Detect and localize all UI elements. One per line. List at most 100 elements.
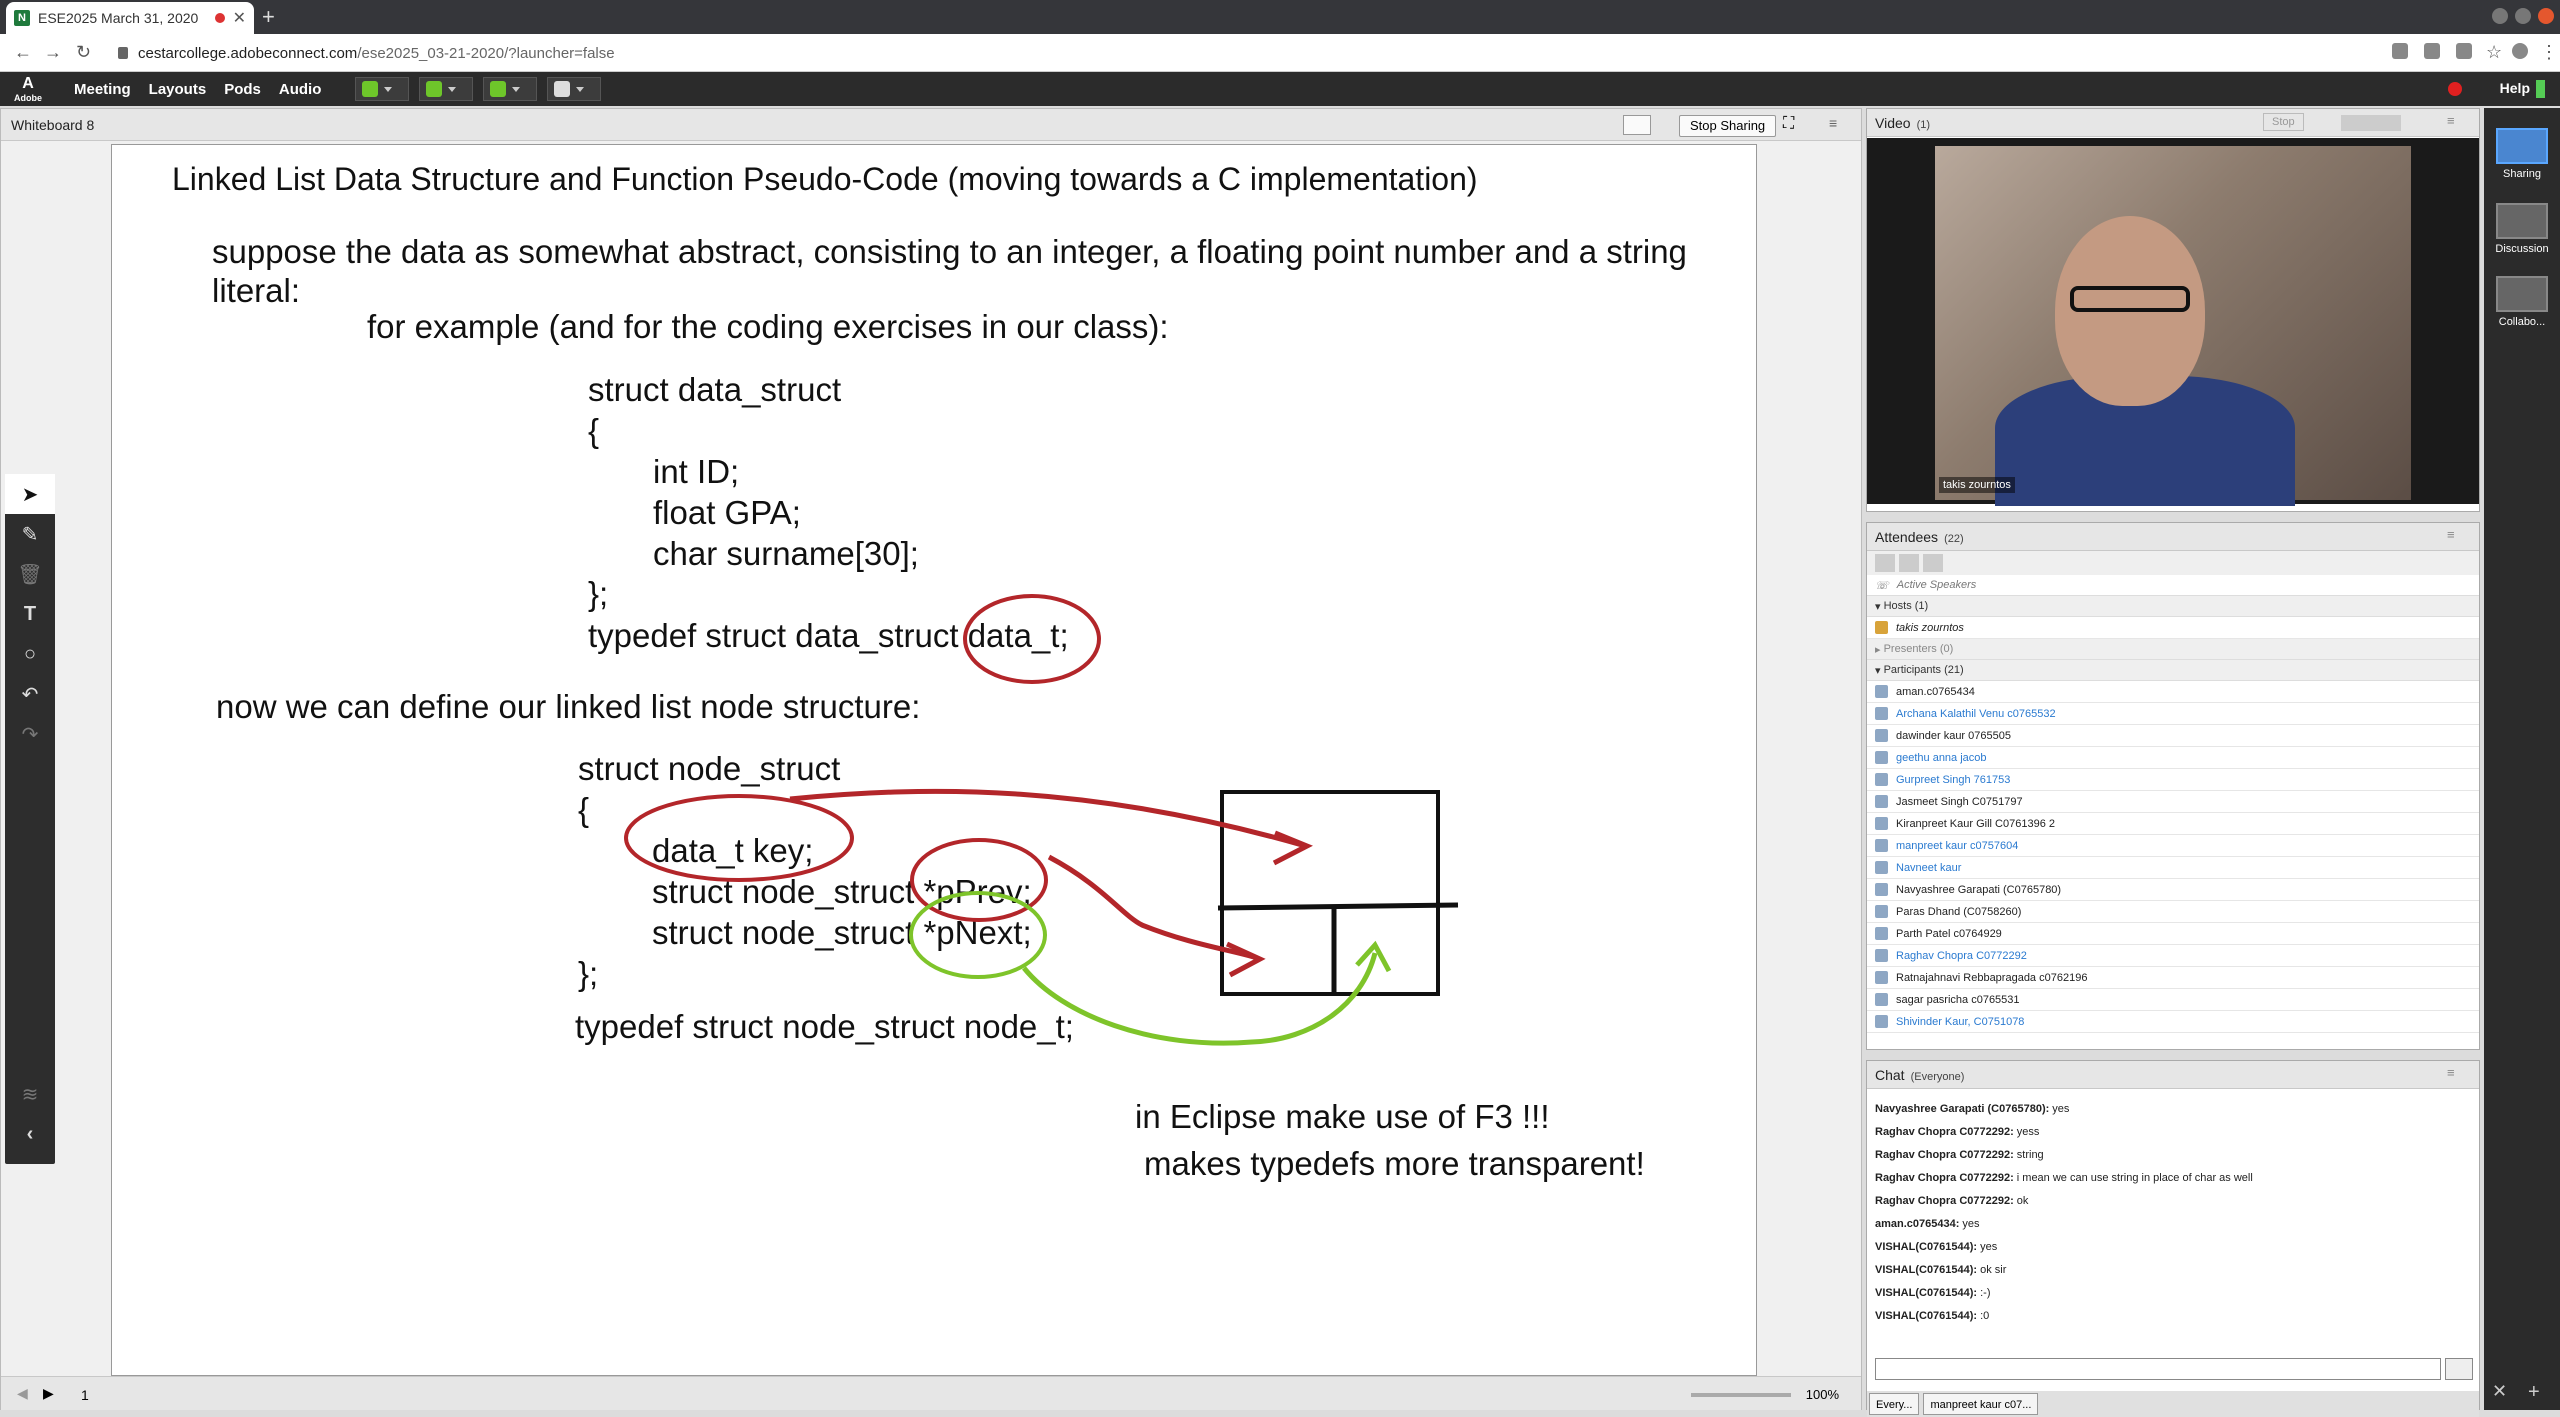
camera-icon[interactable] [2424, 43, 2440, 59]
participant-row[interactable]: Ratnajahnavi Rebbapragada c0762196 [1867, 967, 2479, 989]
undo-icon[interactable]: ↶ [5, 674, 55, 714]
maximize-button[interactable] [2515, 8, 2531, 24]
layout-discussion[interactable]: Discussion [2490, 203, 2554, 255]
video-count: (1) [1916, 119, 1931, 131]
chat-pod-header: Chat (Everyone) ≡ [1867, 1061, 2479, 1089]
pod-menu-icon[interactable]: ≡ [2447, 113, 2455, 128]
close-tab-icon[interactable]: ✕ [233, 8, 246, 28]
volume-icon[interactable] [2456, 43, 2472, 59]
url-field[interactable]: cestarcollege.adobeconnect.com/ese2025_0… [104, 39, 2354, 67]
raise-hand-button[interactable] [547, 77, 602, 101]
stop-video-button[interactable]: Stop [2263, 113, 2304, 131]
bookmark-star-icon[interactable]: ☆ [2486, 42, 2502, 63]
minimize-button[interactable] [2492, 8, 2508, 24]
participant-row[interactable]: dawinder kaur 0765505 [1867, 725, 2479, 747]
layout-sharing[interactable]: Sharing [2490, 128, 2554, 180]
text-tool-icon[interactable]: T [5, 594, 55, 634]
video-layout-icon[interactable] [2341, 115, 2401, 131]
participant-row[interactable]: manpreet kaur c0757604 [1867, 835, 2479, 857]
pod-menu-icon[interactable]: ≡ [1829, 115, 1837, 131]
recording-indicator-icon [214, 13, 225, 23]
fullscreen-icon[interactable]: ⛶ [1783, 115, 1794, 133]
collapse-toolbar-icon[interactable]: ‹ [5, 1114, 55, 1154]
node-box-divider [1217, 902, 1459, 911]
participant-row[interactable]: Jasmeet Singh C0751797 [1867, 791, 2479, 813]
video-stream[interactable]: takis zourntos [1867, 138, 2479, 506]
recording-icon[interactable] [2448, 82, 2462, 96]
phone-icon: ☏ [1875, 579, 1889, 592]
chat-text: :-) [1980, 1286, 1991, 1299]
list-view-icon[interactable] [1875, 554, 1895, 572]
back-arrow-icon[interactable]: ← [14, 42, 32, 63]
breakout-view-icon[interactable] [1899, 554, 1919, 572]
whiteboard-footer: ◀ ▶ 1 100% [1, 1376, 1861, 1410]
pointer-toggle-icon[interactable] [1623, 115, 1651, 135]
speaker-button[interactable] [355, 77, 410, 101]
browser-tab[interactable]: N ESE2025 March 31, 2020 ✕ [6, 2, 254, 34]
profile-avatar-icon[interactable] [2512, 43, 2528, 59]
host-icon [1875, 621, 1888, 634]
browser-tab-strip: N ESE2025 March 31, 2020 ✕ + [0, 0, 2560, 34]
layout-collaboration[interactable]: Collabo... [2490, 276, 2554, 328]
participant-row[interactable]: Kiranpreet Kaur Gill C0761396 2 [1867, 813, 2479, 835]
marker-tool-icon[interactable]: ✎ [5, 514, 55, 554]
participant-row[interactable]: Navneet kaur [1867, 857, 2479, 879]
pod-menu-icon[interactable]: ≡ [2447, 1065, 2455, 1080]
menu-pods[interactable]: Pods [224, 81, 261, 98]
layers-icon[interactable]: ≋ [5, 1074, 55, 1114]
participant-row[interactable]: Archana Kalathil Venu c0765532 [1867, 703, 2479, 725]
presenters-section[interactable]: ▸ Presenters (0) [1867, 639, 2479, 660]
chat-tab-private[interactable]: manpreet kaur c07... [1923, 1393, 2039, 1415]
menu-layouts[interactable]: Layouts [149, 81, 207, 98]
participant-row[interactable]: aman.c0765434 [1867, 681, 2479, 703]
tab-title: ESE2025 March 31, 2020 [38, 10, 199, 26]
delete-tool-icon[interactable]: 🗑 [5, 554, 55, 594]
help-menu[interactable]: Help [2500, 80, 2530, 96]
microphone-button[interactable] [419, 77, 474, 101]
extension-icon[interactable] [2392, 43, 2408, 59]
next-page-icon[interactable]: ▶ [43, 1385, 54, 1402]
participant-row[interactable]: Navyashree Garapati (C0765780) [1867, 879, 2479, 901]
participant-name: Kiranpreet Kaur Gill C0761396 2 [1896, 817, 2055, 830]
chat-messages: Navyashree Garapati (C0765780): yes Raghav… [1867, 1089, 2479, 1327]
select-tool-icon[interactable]: ➤ [5, 474, 55, 514]
layout-thumbnail-icon [2496, 203, 2548, 239]
reload-icon[interactable]: ↻ [76, 42, 91, 63]
status-view-icon[interactable] [1923, 554, 1943, 572]
menu-meeting[interactable]: Meeting [74, 81, 131, 98]
zoom-slider[interactable] [1691, 1393, 1791, 1397]
send-message-icon[interactable] [2445, 1358, 2473, 1380]
zoom-level[interactable]: 100% [1806, 1387, 1839, 1402]
close-window-button[interactable] [2538, 8, 2554, 24]
chat-pod: Chat (Everyone) ≡ Navyashree Garapati (C0… [1866, 1060, 2480, 1417]
new-tab-button[interactable]: + [262, 4, 275, 30]
whiteboard-canvas[interactable]: Linked List Data Structure and Function … [111, 144, 1757, 1376]
webcam-button[interactable] [483, 77, 538, 101]
redo-icon[interactable]: ↷ [5, 714, 55, 754]
forward-arrow-icon[interactable]: → [44, 42, 62, 63]
host-row[interactable]: takis zourntos [1867, 617, 2479, 639]
participant-icon [1875, 1015, 1888, 1028]
chat-message-input[interactable] [1875, 1358, 2441, 1380]
hosts-section[interactable]: ▾ Hosts (1) [1867, 596, 2479, 617]
menu-audio[interactable]: Audio [279, 81, 322, 98]
chat-text: yes [2052, 1102, 2070, 1115]
participant-row[interactable]: Shivinder Kaur, C0751078 [1867, 1011, 2479, 1033]
participant-row[interactable]: sagar pasricha c0765531 [1867, 989, 2479, 1011]
prev-page-icon[interactable]: ◀ [17, 1385, 28, 1402]
participants-section[interactable]: ▾ Participants (21) [1867, 660, 2479, 681]
participant-row[interactable]: Raghav Chopra C0772292 [1867, 945, 2479, 967]
participant-row[interactable]: Gurpreet Singh 761753 [1867, 769, 2479, 791]
participant-row[interactable]: Parth Patel c0764929 [1867, 923, 2479, 945]
chat-tab-everyone[interactable]: Every... [1869, 1393, 1920, 1415]
participant-row[interactable]: Paras Dhand (C0758260) [1867, 901, 2479, 923]
participant-name: Ratnajahnavi Rebbapragada c0762196 [1896, 971, 2088, 984]
browser-menu-icon[interactable]: ⋮ [2540, 42, 2558, 63]
stop-sharing-button[interactable]: Stop Sharing [1679, 115, 1777, 137]
participant-row[interactable]: geethu anna jacob [1867, 747, 2479, 769]
chat-message: VISHAL(C0761544)::-) [1867, 1281, 2479, 1304]
pod-menu-icon[interactable]: ≡ [2447, 527, 2455, 542]
shape-tool-icon[interactable]: ○ [5, 634, 55, 674]
add-layout-icon[interactable]: + [2528, 1381, 2540, 1404]
tools-icon[interactable]: ✕ [2492, 1381, 2507, 1402]
